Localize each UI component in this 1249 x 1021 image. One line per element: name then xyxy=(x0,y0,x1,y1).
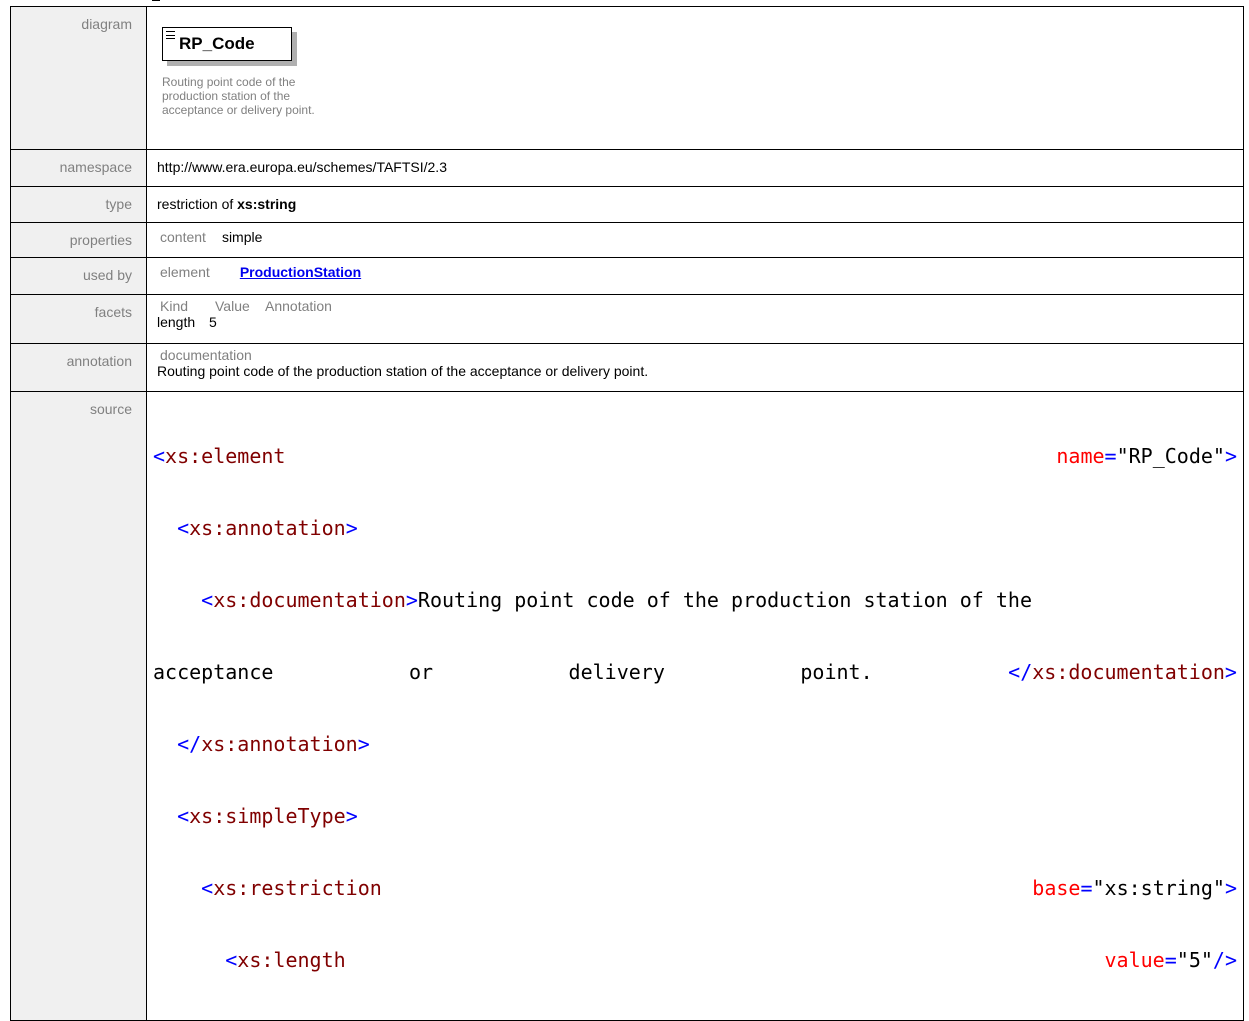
diagram-label: diagram xyxy=(81,16,132,32)
src-simpletype-open: xs:simpleType xyxy=(189,804,346,828)
property-key: content xyxy=(160,229,206,245)
type-prefix: restriction of xyxy=(157,196,238,212)
property-value: simple xyxy=(221,229,263,245)
facet-header-annotation: Annotation xyxy=(265,298,332,314)
facet-header-value: Value xyxy=(215,298,250,314)
label-cell: annotation xyxy=(10,343,147,392)
properties-label: properties xyxy=(69,232,132,248)
source-code: <xs:element name="RP_Code"> <xs:annotati… xyxy=(153,392,1243,1020)
schema-doc-table: diagram RP_Code Routing point code of th… xyxy=(10,6,1244,1021)
src-name-value: "RP_Code" xyxy=(1116,444,1225,468)
row-used-by: used by element ProductionStation xyxy=(10,257,1244,295)
used-by-table: element ProductionStation xyxy=(157,258,1243,280)
properties-cell: content simple xyxy=(146,222,1244,258)
label-cell: used by xyxy=(10,257,147,295)
top-edge-line xyxy=(152,0,160,3)
type-value: restriction of xs:string xyxy=(157,187,1243,212)
row-diagram: diagram RP_Code Routing point code of th… xyxy=(10,6,1244,150)
source-cell: <xs:element name="RP_Code"> <xs:annotati… xyxy=(146,391,1244,1021)
used-by-label: used by xyxy=(82,267,132,283)
src-doc-word: acceptance xyxy=(153,660,274,684)
label-cell: namespace xyxy=(10,149,147,187)
label-cell: type xyxy=(10,186,147,223)
src-doc-text-1: Routing point code of the production sta… xyxy=(417,588,1033,612)
src-value-attr: value xyxy=(1104,948,1165,972)
src-length-value: "5" xyxy=(1176,948,1213,972)
row-type: type restriction of xs:string xyxy=(10,186,1244,223)
facet-kind: length xyxy=(157,314,196,330)
src-self-close: /> xyxy=(1212,948,1237,972)
src-name-attr: name xyxy=(1056,444,1105,468)
diagram-cell: RP_Code Routing point code of the produc… xyxy=(146,6,1244,150)
source-line: <xs:annotation> xyxy=(177,516,358,540)
row-annotation: annotation documentation Routing point c… xyxy=(10,343,1244,392)
type-label: type xyxy=(105,196,132,212)
annotation-cell: documentation Routing point code of the … xyxy=(146,343,1244,392)
src-doc-word: or xyxy=(408,660,434,684)
source-line: <xs:element name="RP_Code"> xyxy=(153,444,1237,468)
src-annotation-close: xs:annotation xyxy=(201,732,358,756)
source-line: <xs:documentation>Routing point code of … xyxy=(201,588,1033,612)
src-element-tag: xs:element xyxy=(165,444,286,468)
src-documentation-close: xs:documentation xyxy=(1032,660,1225,684)
source-line: </xs:annotation> xyxy=(177,732,370,756)
type-cell: restriction of xs:string xyxy=(146,186,1244,223)
src-base-attr: base xyxy=(1032,876,1081,900)
source-line: <xs:simpleType> xyxy=(177,804,358,828)
facets-label: facets xyxy=(94,304,132,320)
element-lines-icon xyxy=(166,31,175,39)
annotation-header: documentation xyxy=(160,347,252,363)
row-properties: properties content simple xyxy=(10,222,1244,258)
used-by-kind: element xyxy=(160,264,210,280)
src-restriction-open: xs:restriction xyxy=(213,876,382,900)
element-doc: Routing point code of the production sta… xyxy=(162,75,315,117)
src-doc-word: delivery xyxy=(568,660,665,684)
element-name: RP_Code xyxy=(179,34,255,53)
facets-header: Kind Value Annotation xyxy=(157,295,1243,314)
facet-value: 5 xyxy=(209,314,217,330)
src-base-value: "xs:string" xyxy=(1092,876,1225,900)
production-station-link[interactable]: ProductionStation xyxy=(240,264,361,280)
label-cell: diagram xyxy=(10,6,147,150)
row-facets: facets Kind Value Annotation length 5 xyxy=(10,294,1244,344)
row-source: source <xs:element name="RP_Code"> <xs:a… xyxy=(10,391,1244,1021)
source-line: <xs:restriction base="xs:string"> xyxy=(201,876,1237,900)
annotation-text: Routing point code of the production sta… xyxy=(157,363,649,379)
facet-row: length 5 xyxy=(157,314,1243,330)
element-box: RP_Code xyxy=(162,27,292,61)
used-by-cell: element ProductionStation xyxy=(146,257,1244,295)
type-base: xs:string xyxy=(237,196,297,212)
annotation-label: annotation xyxy=(66,353,132,369)
label-cell: source xyxy=(10,391,147,1021)
label-cell: facets xyxy=(10,294,147,344)
namespace-cell: http://www.era.europa.eu/schemes/TAFTSI/… xyxy=(146,149,1244,187)
src-documentation-open: xs:documentation xyxy=(213,588,406,612)
source-line: acceptance or delivery point. </xs:docum… xyxy=(153,660,1237,684)
properties-table: content simple xyxy=(157,223,1243,245)
namespace-value: http://www.era.europa.eu/schemes/TAFTSI/… xyxy=(157,159,447,175)
source-label: source xyxy=(89,401,132,417)
row-namespace: namespace http://www.era.europa.eu/schem… xyxy=(10,149,1244,187)
src-length-tag: xs:length xyxy=(237,948,346,972)
label-cell: properties xyxy=(10,222,147,258)
source-line: <xs:length value="5"/> xyxy=(225,948,1237,972)
src-doc-word: point. xyxy=(800,660,873,684)
diagram: RP_Code Routing point code of the produc… xyxy=(157,7,1243,117)
src-annotation-open: xs:annotation xyxy=(189,516,346,540)
facets-cell: Kind Value Annotation length 5 xyxy=(146,294,1244,344)
facet-header-kind: Kind xyxy=(160,298,189,314)
namespace-label: namespace xyxy=(59,159,132,175)
